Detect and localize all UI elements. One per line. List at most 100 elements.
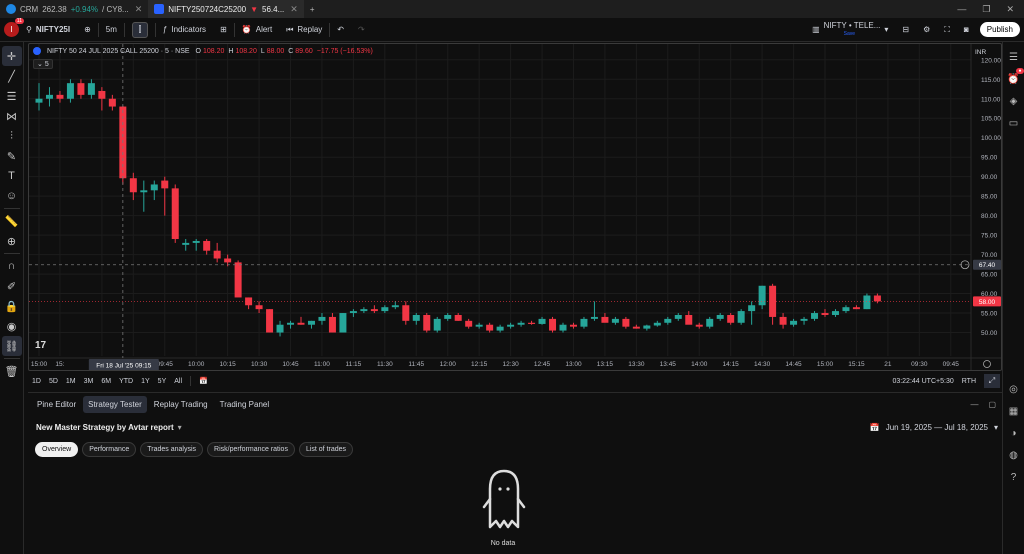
tab-close-icon[interactable]: ✕ (290, 4, 298, 15)
zoom-icon[interactable]: ⊕ (2, 231, 22, 251)
price-chart[interactable]: 50.00 55.00 60.00 65.00 70.00 75.00 80.00 85.00… (28, 43, 1002, 371)
compare-symbol-button[interactable]: ⊕ (77, 18, 98, 42)
clock-display[interactable]: 03:22:44 UTC+5:30 (892, 378, 953, 385)
eye-icon[interactable]: ◉ (2, 316, 22, 336)
currency-label: INR (975, 49, 987, 56)
crosshair-icon[interactable]: ✛ (1, 46, 22, 66)
tab-strategy-tester[interactable]: Strategy Tester (83, 395, 147, 413)
date-range-selector[interactable]: 📅 Jun 19, 2025 — Jul 18, 2025 ▾ (870, 423, 998, 432)
range-5y[interactable]: 5Y (154, 378, 171, 385)
snapshot-button[interactable]: ◙ (957, 18, 976, 42)
range-6m[interactable]: 6M (97, 378, 115, 385)
layers-icon[interactable]: ◈ (1005, 92, 1023, 110)
emoji-icon[interactable]: ☺ (2, 186, 22, 206)
window-close-icon[interactable]: ✕ (1006, 4, 1014, 15)
subtab-performance[interactable]: Performance (82, 442, 137, 457)
maximize-chart-icon[interactable]: ⤢ (984, 374, 1000, 388)
text-icon[interactable]: T (2, 166, 22, 186)
range-ytd[interactable]: YTD (115, 378, 137, 385)
candle-body (601, 316, 609, 323)
minimize-panel-icon[interactable]: — (970, 400, 978, 409)
range-all[interactable]: All (170, 378, 186, 385)
user-avatar[interactable]: I 11 (4, 18, 24, 37)
fullscreen-button[interactable]: ⛶ (937, 18, 957, 42)
layout-menu-button[interactable]: ▥ NIFTY • TELE... Save ▾ (805, 18, 895, 42)
candle-body (821, 313, 829, 315)
go-to-date-icon[interactable]: 📅 (195, 377, 212, 385)
range-1m[interactable]: 1M (62, 378, 80, 385)
chart-type-button[interactable]: ⫿ (125, 18, 155, 42)
y-tick-label: 100.00 (981, 135, 1001, 142)
candle-body (108, 98, 116, 107)
candle-body (643, 325, 651, 329)
candle-body (87, 83, 95, 95)
projection-icon[interactable]: ⫶ (2, 126, 22, 146)
range-1y[interactable]: 1Y (137, 378, 154, 385)
collapse-legend-button[interactable]: ⌄ 5 (33, 59, 53, 69)
interval-button[interactable]: 5m (99, 18, 124, 42)
candle-body (842, 307, 850, 312)
templates-button[interactable]: ⊞ (213, 18, 234, 42)
candle-body (423, 314, 431, 331)
undo-button[interactable]: ↶ (330, 18, 351, 42)
link-icon[interactable]: ⛓ (1, 336, 22, 356)
symbol-search-button[interactable]: ⚲ NIFTY25I (19, 18, 77, 42)
browser-tab-nifty-option[interactable]: NIFTY250724C25200 ▼ 56.4... ✕ (148, 0, 304, 18)
news-icon[interactable]: ◑ (1005, 424, 1023, 442)
tab-close-icon[interactable]: ✕ (135, 4, 143, 15)
maximize-icon[interactable]: ❐ (982, 4, 990, 15)
candle-body (297, 322, 305, 325)
replay-button[interactable]: ⏮ Replay (279, 18, 329, 42)
lock-drawings-icon[interactable]: ✐ (2, 276, 22, 296)
layout-grid-button[interactable]: ⊟ (895, 18, 916, 42)
alerts-icon[interactable]: ⏰ ● (1005, 68, 1024, 88)
chat-icon[interactable]: ▭ (1005, 114, 1023, 132)
browser-tab-strip: CRM 262.38 +0.94% / CY8... ✕ NIFTY250724… (0, 0, 1024, 18)
range-1d[interactable]: 1D (28, 378, 45, 385)
crosshair-price-label: 67.40 (979, 262, 996, 269)
subtab-risk-ratios[interactable]: Risk/performance ratios (207, 442, 295, 457)
brush-icon[interactable]: ✎ (2, 146, 22, 166)
range-3m[interactable]: 3M (80, 378, 98, 385)
candle-body (192, 240, 200, 243)
lock-icon[interactable]: 🔒 (2, 296, 22, 316)
candlestick-chart[interactable]: 50.0055.0060.0065.0070.0075.0080.0085.00… (29, 44, 1002, 371)
pulse-icon[interactable]: ◍ (1005, 446, 1023, 464)
x-tick-label: 11:45 (408, 361, 424, 368)
watchlist-icon[interactable]: ☰ (1005, 48, 1023, 66)
redo-icon: ↷ (358, 25, 365, 34)
target-icon[interactable]: ◎ (1005, 380, 1023, 398)
publish-button[interactable]: Publish (979, 22, 1020, 37)
settings-button[interactable]: ⚙ (916, 18, 937, 42)
subtab-list-of-trades[interactable]: List of trades (298, 442, 354, 457)
minimize-icon[interactable]: — (957, 4, 966, 15)
help-icon[interactable]: ? (1005, 468, 1023, 486)
candle-body (360, 309, 368, 312)
subtab-trades-analysis[interactable]: Trades analysis (140, 442, 204, 457)
new-tab-button[interactable]: + (304, 0, 321, 18)
magnet-icon[interactable]: ∩ (2, 256, 22, 276)
indicators-button[interactable]: ƒ Indicators (156, 18, 213, 42)
trend-line-icon[interactable]: ╱ (2, 66, 22, 86)
redo-button[interactable]: ↷ (351, 18, 372, 42)
pattern-icon[interactable]: ⋈ (2, 106, 22, 126)
alert-button[interactable]: ⏰ Alert (235, 18, 279, 42)
tab-pine-editor[interactable]: Pine Editor (32, 396, 81, 413)
indicators-icon: ƒ (162, 25, 168, 34)
browser-tab-crm[interactable]: CRM 262.38 +0.94% / CY8... ✕ (0, 0, 148, 18)
tab-replay-trading[interactable]: Replay Trading (149, 396, 213, 413)
trash-icon[interactable]: 🗑 (2, 361, 22, 381)
session-button[interactable]: RTH (962, 378, 976, 385)
range-5d[interactable]: 5D (45, 378, 62, 385)
chevron-down-icon[interactable]: ▾ (178, 423, 182, 432)
tab-trading-panel[interactable]: Trading Panel (215, 396, 275, 413)
fib-icon[interactable]: ☰ (2, 86, 22, 106)
calendar-icon[interactable]: ▦ (1005, 402, 1023, 420)
x-tick-label: 11:15 (346, 361, 362, 368)
subtab-overview[interactable]: Overview (35, 442, 79, 457)
maximize-panel-icon[interactable]: ▢ (988, 400, 996, 409)
replay-icon: ⏮ (286, 24, 294, 34)
strategy-title[interactable]: New Master Strategy by Avtar report (36, 423, 174, 432)
ruler-icon[interactable]: 📏 (2, 211, 22, 231)
candle-body (318, 316, 326, 321)
